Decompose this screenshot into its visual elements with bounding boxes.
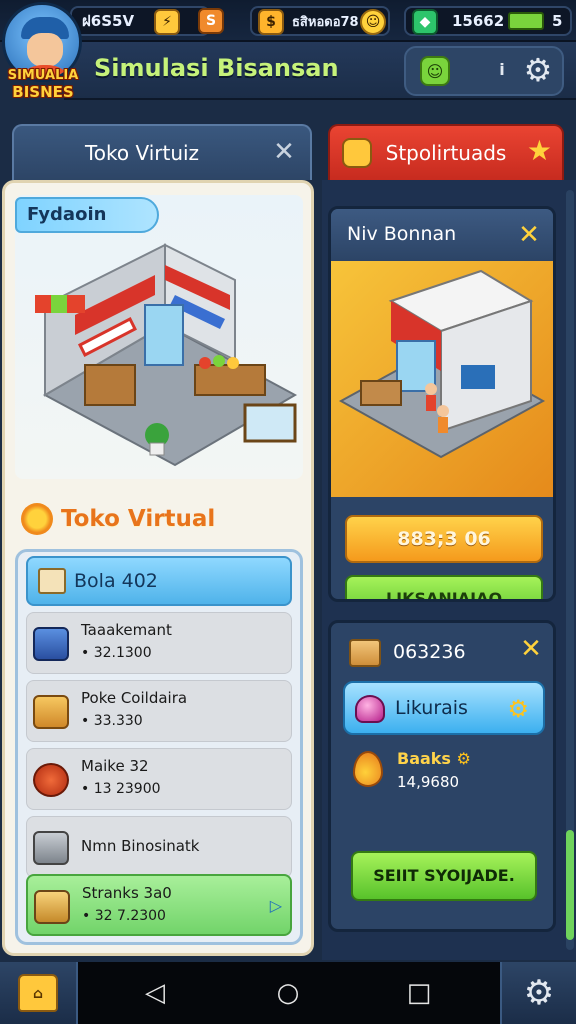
settings-gear-icon[interactable]: ⚙: [500, 962, 576, 1024]
item-name: Poke Coildaira: [81, 689, 188, 707]
list-item[interactable]: Maike 32 • 13 23900: [26, 748, 292, 810]
list-item-selected[interactable]: Stranks 3a0 • 32 7.2300 ▷: [26, 874, 292, 936]
shop-icon: [34, 890, 70, 924]
home-circle-icon[interactable]: ○: [273, 978, 303, 1008]
section-title-text: Toko Virtual: [61, 506, 216, 532]
tab-left-label: Toko Virtuiz: [84, 141, 200, 165]
recents-icon[interactable]: □: [404, 978, 434, 1008]
reward-value: 14,9680: [397, 773, 460, 791]
reward-card: 063236 ✕ Likurais ⚙ Baaks ⚙ 14,9680 SEII…: [328, 620, 556, 932]
settings-gear-icon[interactable]: ⚙: [520, 52, 556, 88]
reward-code: 063236: [393, 641, 466, 663]
avatar-badge-line2: BISNES: [12, 83, 74, 101]
player-avatar[interactable]: SIMUALIA BISNES: [2, 2, 84, 106]
app-title: Simulasi Bisansan: [94, 54, 339, 82]
lightning-icon: ⚡: [154, 9, 180, 35]
back-icon[interactable]: ◁: [140, 978, 170, 1008]
list-header[interactable]: Bola 402: [26, 556, 292, 606]
section-title: Toko Virtual: [21, 501, 215, 537]
item-value: • 32.1300: [81, 645, 152, 661]
stat-currency-2[interactable]: $ ธสิหอดอ78 ☺: [250, 6, 390, 36]
detail-column: Niv Bonnan ✕ 883;3 06 LIKSANIAIAO 063236: [322, 180, 576, 960]
tab-special[interactable]: Stpolirtuads ★: [328, 124, 564, 180]
info-icon[interactable]: i: [492, 60, 512, 82]
reward-action-button[interactable]: Likurais ⚙: [343, 681, 545, 735]
register-icon: [33, 627, 69, 661]
tab-right-label: Stpolirtuads: [385, 141, 507, 165]
home-button[interactable]: ⌂: [0, 962, 78, 1024]
scrollbar-thumb[interactable]: [566, 830, 574, 940]
item-value: • 33.330: [81, 713, 143, 729]
submit-button[interactable]: SEIIT SYOIJADE.: [351, 851, 537, 901]
tab-toko-virtual[interactable]: Toko Virtuiz ✕: [12, 124, 312, 180]
product-list: Bola 402 Taaakemant • 32.1300 Poke Coild…: [15, 549, 303, 945]
close-icon[interactable]: ✕: [517, 635, 545, 663]
food-icon: [33, 763, 69, 797]
reward-label-text: Baaks: [397, 749, 451, 768]
title-bar: Simulasi Bisansan ☺ i ⚙: [64, 42, 576, 100]
avatar-badge-line1: SIMUALIA: [7, 68, 79, 83]
list-item[interactable]: Nmn Binosinatk: [26, 816, 292, 878]
box-icon: [38, 568, 66, 594]
top-status-bar: ฝ6S5V ⚡ S $ ธสิหอดอ78 ☺ ◆ 15662 5: [0, 0, 576, 42]
star-icon: ★: [526, 134, 552, 167]
crate-icon: [33, 695, 69, 729]
reward-label: Baaks ⚙: [397, 749, 471, 768]
store-panel: Fydaoin Toko Virtual Bola 402 Taaakemant…: [2, 180, 314, 956]
store-illustration: [35, 243, 298, 467]
gem-icon: [355, 695, 385, 723]
stat-currency-1-value: ฝ6S5V: [82, 12, 135, 30]
chevron-right-icon: ▷: [269, 896, 282, 915]
list-item[interactable]: Poke Coildaira • 33.330: [26, 680, 292, 742]
battery-value: 5: [552, 12, 563, 30]
upgrade-preview: [331, 261, 553, 497]
stat-currency-3-value: 15662: [452, 12, 505, 30]
stat-currency-1[interactable]: ฝ6S5V ⚡: [70, 6, 210, 36]
upgrade-card: Niv Bonnan ✕ 883;3 06 LIKSANIAIAO: [328, 206, 556, 602]
reward-action-label: Likurais: [395, 697, 468, 719]
stat-currency-2-value: ธสิหอดอ78: [292, 14, 359, 30]
battery-icon: [508, 12, 544, 30]
gem-icon: ◆: [412, 9, 438, 35]
list-item[interactable]: Taaakemant • 32.1300: [26, 612, 292, 674]
upgrade-card-title: Niv Bonnan: [347, 223, 457, 245]
store-scene: [15, 195, 303, 479]
coin-bag-icon: $: [258, 9, 284, 35]
upgrade-price-button[interactable]: 883;3 06: [345, 515, 543, 563]
machine-icon: [33, 831, 69, 865]
upgrade-confirm-button[interactable]: LIKSANIAIAO: [345, 575, 543, 599]
badge-icon: [342, 138, 372, 168]
item-value: • 13 23900: [81, 781, 161, 797]
scene-label: Fydaoin: [15, 197, 159, 233]
item-name: Taaakemant: [81, 621, 172, 639]
smile-icon[interactable]: ☺: [420, 56, 450, 86]
home-icon: ⌂: [18, 974, 58, 1012]
item-value: • 32 7.2300: [82, 908, 166, 924]
scrollbar[interactable]: [566, 190, 574, 950]
store-preview-illustration: [338, 269, 546, 459]
drop-icon: [353, 751, 383, 787]
item-name: Stranks 3a0: [82, 884, 172, 902]
sun-icon: [21, 503, 53, 535]
item-name: Maike 32: [81, 757, 149, 775]
bottom-navigation: ⌂ ◁ ○ □ ⚙: [0, 962, 576, 1024]
gear-icon: ⚙: [507, 695, 529, 723]
box-icon: [349, 639, 381, 667]
item-name: Nmn Binosinatk: [81, 837, 200, 855]
upgrade-card-header: Niv Bonnan ✕: [331, 209, 553, 261]
avatar-badge: SIMUALIA BISNES: [6, 68, 80, 108]
coin-icon: ☺: [360, 9, 386, 35]
close-icon[interactable]: ✕: [270, 138, 298, 166]
stat-currency-3[interactable]: ◆ 15662 5: [404, 6, 572, 36]
list-header-label: Bola 402: [74, 570, 158, 592]
currency-icon: S: [198, 8, 224, 34]
gear-icon: ⚙: [456, 749, 471, 768]
close-icon[interactable]: ✕: [515, 221, 543, 249]
